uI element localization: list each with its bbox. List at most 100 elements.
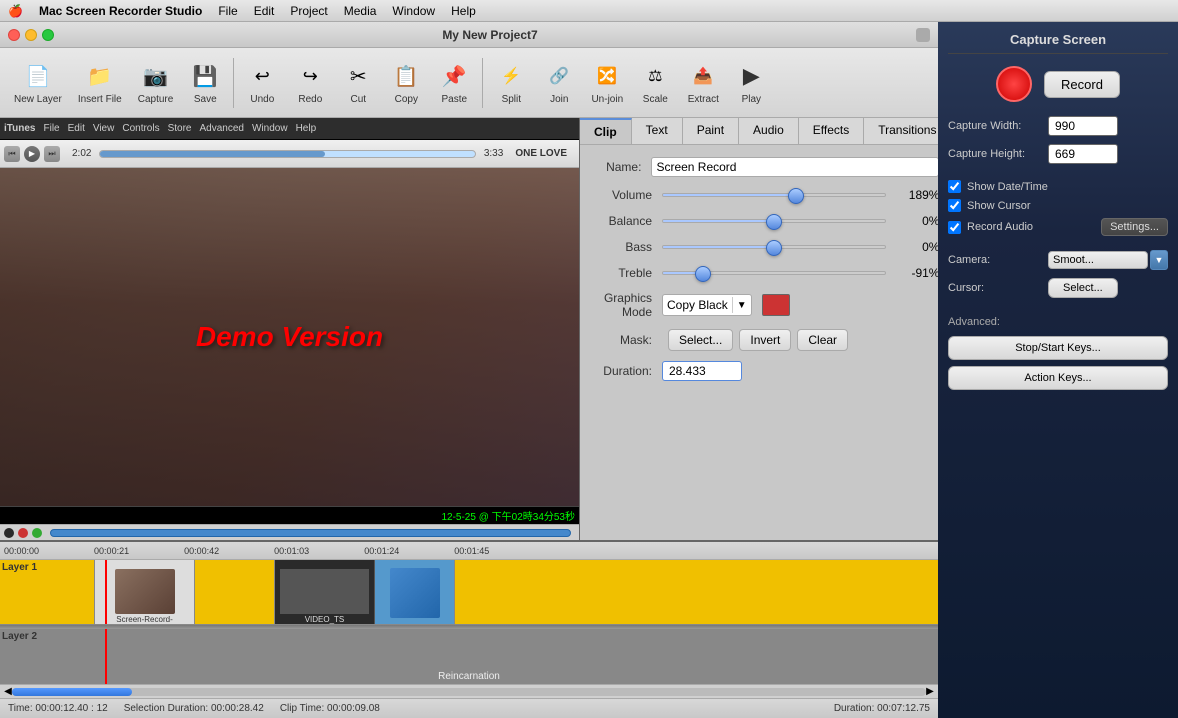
tab-text[interactable]: Text bbox=[632, 118, 683, 144]
mask-select-button[interactable]: Select... bbox=[668, 329, 733, 351]
unjoin-button[interactable]: 🔀 Un-join bbox=[585, 56, 629, 109]
volume-thumb[interactable] bbox=[788, 188, 804, 204]
clip-blue[interactable] bbox=[375, 560, 455, 625]
vc-btn2[interactable] bbox=[18, 528, 28, 538]
insert-file-icon: 📁 bbox=[84, 60, 116, 92]
name-input[interactable] bbox=[651, 157, 939, 177]
menu-media[interactable]: Media bbox=[344, 4, 377, 18]
menu-window[interactable]: Window bbox=[392, 4, 435, 18]
close-button[interactable] bbox=[8, 29, 20, 41]
extract-button[interactable]: 📤 Extract bbox=[681, 56, 725, 109]
bass-thumb[interactable] bbox=[766, 240, 782, 256]
itunes-menu-item[interactable]: iTunes bbox=[4, 123, 35, 134]
volume-slider[interactable] bbox=[662, 187, 894, 203]
duration-input[interactable] bbox=[662, 361, 742, 381]
preview-progress-bar[interactable] bbox=[50, 529, 571, 537]
redo-button[interactable]: ↪ Redo bbox=[288, 56, 332, 109]
record-red-button[interactable] bbox=[996, 66, 1032, 102]
mask-clear-button[interactable]: Clear bbox=[797, 329, 848, 351]
graphics-dropdown-arrow[interactable]: ▼ bbox=[737, 300, 747, 311]
menu-file[interactable]: File bbox=[218, 4, 237, 18]
graphics-color-swatch[interactable] bbox=[762, 294, 790, 316]
clip-name: Screen-Record- bbox=[115, 614, 173, 625]
itunes-next-btn[interactable]: ⏭ bbox=[44, 146, 60, 162]
itunes-store[interactable]: Store bbox=[168, 123, 192, 134]
scale-button[interactable]: ⚖ Scale bbox=[633, 56, 677, 109]
show-date-checkbox[interactable] bbox=[948, 180, 961, 193]
vc-btn3[interactable] bbox=[32, 528, 42, 538]
itunes-progress-bar[interactable] bbox=[99, 150, 475, 158]
record-label-button[interactable]: Record bbox=[1044, 71, 1120, 98]
menu-edit[interactable]: Edit bbox=[254, 4, 275, 18]
join-button[interactable]: 🔗 Join bbox=[537, 56, 581, 109]
cursor-select-button[interactable]: Select... bbox=[1048, 278, 1118, 298]
show-date-label[interactable]: Show Date/Time bbox=[967, 181, 1048, 193]
cut-button[interactable]: ✂ Cut bbox=[336, 56, 380, 109]
paste-button[interactable]: 📌 Paste bbox=[432, 56, 476, 109]
minimize-button[interactable] bbox=[25, 29, 37, 41]
record-audio-label[interactable]: Record Audio bbox=[967, 221, 1033, 233]
clip-yellow-2[interactable] bbox=[195, 560, 275, 625]
bass-slider[interactable] bbox=[662, 239, 894, 255]
menu-help[interactable]: Help bbox=[451, 4, 476, 18]
copy-button[interactable]: 📋 Copy bbox=[384, 56, 428, 109]
clip-properties-content: Name: Volume 189% bbox=[580, 145, 951, 540]
itunes-prev-btn[interactable]: ⏮ bbox=[4, 146, 20, 162]
scroll-track[interactable] bbox=[12, 688, 926, 696]
scroll-left-arrow[interactable]: ◀ bbox=[4, 686, 12, 697]
maximize-button[interactable] bbox=[42, 29, 54, 41]
action-keys-button[interactable]: Action Keys... bbox=[948, 366, 1168, 390]
undo-button[interactable]: ↩ Undo bbox=[240, 56, 284, 109]
tab-clip[interactable]: Clip bbox=[580, 118, 632, 144]
vc-btn1[interactable] bbox=[4, 528, 14, 538]
tab-effects[interactable]: Effects bbox=[799, 118, 864, 144]
capture-record-row: Record bbox=[948, 66, 1168, 102]
itunes-play-btn[interactable]: ▶ bbox=[24, 146, 40, 162]
insert-file-button[interactable]: 📁 Insert File bbox=[72, 56, 128, 109]
treble-slider[interactable] bbox=[662, 265, 894, 281]
clip-screen-record[interactable]: Screen-Record- bbox=[95, 560, 195, 625]
scroll-right-arrow[interactable]: ▶ bbox=[926, 686, 934, 697]
itunes-advanced[interactable]: Advanced bbox=[200, 123, 244, 134]
insert-file-label: Insert File bbox=[78, 94, 122, 105]
cursor-row: Cursor: Select... bbox=[948, 278, 1168, 298]
capture-button[interactable]: 📷 Capture bbox=[132, 56, 180, 109]
itunes-window[interactable]: Window bbox=[252, 123, 288, 134]
clip-video-ts[interactable]: VIDEO_TS bbox=[275, 560, 375, 625]
balance-pct: 0% bbox=[894, 214, 939, 228]
balance-fill bbox=[663, 220, 774, 222]
video-controls-bar bbox=[0, 524, 579, 540]
stop-start-keys-button[interactable]: Stop/Start Keys... bbox=[948, 336, 1168, 360]
balance-slider[interactable] bbox=[662, 213, 894, 229]
balance-thumb[interactable] bbox=[766, 214, 782, 230]
status-duration: Duration: 00:07:12.75 bbox=[834, 703, 930, 714]
layer1-content: Screen-Record- VIDEO_TS bbox=[0, 560, 455, 624]
camera-select-arrow[interactable]: ▼ bbox=[1150, 250, 1168, 270]
show-cursor-checkbox[interactable] bbox=[948, 199, 961, 212]
record-audio-row: Record Audio Settings... bbox=[948, 218, 1168, 236]
record-audio-checkbox[interactable] bbox=[948, 221, 961, 234]
tab-paint[interactable]: Paint bbox=[683, 118, 739, 144]
itunes-edit[interactable]: Edit bbox=[68, 123, 85, 134]
itunes-help[interactable]: Help bbox=[296, 123, 317, 134]
show-cursor-label[interactable]: Show Cursor bbox=[967, 200, 1031, 212]
camera-select[interactable]: Smoot... bbox=[1048, 251, 1148, 269]
treble-thumb[interactable] bbox=[695, 266, 711, 282]
mask-invert-button[interactable]: Invert bbox=[739, 329, 791, 351]
play-button[interactable]: ▶ Play bbox=[729, 56, 773, 109]
save-button[interactable]: 💾 Save bbox=[183, 56, 227, 109]
itunes-file[interactable]: File bbox=[43, 123, 59, 134]
capture-width-input[interactable] bbox=[1048, 116, 1118, 136]
itunes-view[interactable]: View bbox=[93, 123, 115, 134]
scroll-thumb[interactable] bbox=[12, 688, 132, 696]
audio-settings-button[interactable]: Settings... bbox=[1101, 218, 1168, 236]
menu-project[interactable]: Project bbox=[290, 4, 327, 18]
apple-menu[interactable]: 🍎 bbox=[8, 4, 23, 18]
timeline-scrollbar: ◀ ▶ bbox=[0, 684, 938, 698]
tab-audio[interactable]: Audio bbox=[739, 118, 799, 144]
capture-height-input[interactable] bbox=[1048, 144, 1118, 164]
split-button[interactable]: ⚡ Split bbox=[489, 56, 533, 109]
new-layer-button[interactable]: 📄 New Layer bbox=[8, 56, 68, 109]
itunes-controls[interactable]: Controls bbox=[122, 123, 159, 134]
window-collapse-button[interactable] bbox=[916, 28, 930, 42]
